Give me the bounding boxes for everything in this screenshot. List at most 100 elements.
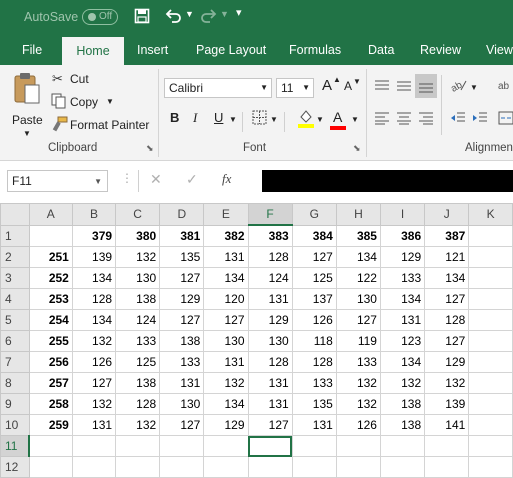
cell-d5[interactable]: 127 (159, 309, 205, 331)
cell-d9[interactable]: 130 (159, 393, 205, 415)
cell-b1[interactable]: 379 (71, 224, 117, 247)
cell-i10[interactable]: 138 (379, 414, 426, 436)
cell-h6[interactable]: 119 (335, 330, 381, 352)
column-header-d[interactable]: D (159, 203, 205, 226)
row-header-1[interactable]: 1 (0, 224, 30, 247)
cell-e3[interactable]: 134 (203, 267, 249, 289)
cell-c1[interactable]: 380 (115, 224, 161, 247)
tab-page-layout[interactable]: Page Layout (196, 35, 266, 65)
cell-a8[interactable]: 257 (28, 372, 73, 394)
insert-function-icon[interactable]: fx (222, 171, 231, 187)
tab-view[interactable]: View (486, 35, 513, 65)
font-dialog-launcher-icon[interactable]: ⬊ (353, 143, 361, 154)
column-header-c[interactable]: C (115, 203, 161, 226)
align-left-icon[interactable] (374, 111, 390, 128)
cell-c5[interactable]: 124 (115, 309, 161, 331)
cell-d6[interactable]: 138 (159, 330, 205, 352)
cell-g4[interactable]: 137 (291, 288, 337, 310)
cell-k3[interactable] (468, 267, 513, 289)
row-header-4[interactable]: 4 (0, 288, 30, 310)
cell-e8[interactable]: 132 (203, 372, 249, 394)
cell-i8[interactable]: 132 (379, 372, 426, 394)
cell-e2[interactable]: 131 (203, 246, 249, 268)
bold-button[interactable]: B (170, 110, 179, 125)
cell-a11[interactable] (28, 435, 73, 457)
cell-b4[interactable]: 128 (71, 288, 117, 310)
column-header-i[interactable]: I (379, 203, 426, 226)
row-header-11[interactable]: 11 (0, 435, 31, 457)
cell-g5[interactable]: 126 (291, 309, 337, 331)
tab-formulas[interactable]: Formulas (289, 35, 341, 65)
cell-g8[interactable]: 133 (291, 372, 337, 394)
cell-c8[interactable]: 138 (115, 372, 161, 394)
column-header-a[interactable]: A (28, 203, 73, 226)
cell-k2[interactable] (468, 246, 513, 268)
cell-e1[interactable]: 382 (203, 224, 249, 247)
cell-a4[interactable]: 253 (28, 288, 73, 310)
underline-button[interactable]: U (214, 110, 223, 125)
shrink-font-icon[interactable]: A (344, 79, 352, 93)
column-header-b[interactable]: B (71, 203, 117, 226)
cell-f7[interactable]: 128 (247, 351, 293, 373)
underline-dropdown-icon[interactable]: ▼ (229, 115, 237, 124)
cell-g2[interactable]: 127 (291, 246, 337, 268)
cell-k10[interactable] (468, 414, 513, 436)
cell-f6[interactable]: 130 (247, 330, 293, 352)
cell-c2[interactable]: 132 (115, 246, 161, 268)
row-header-5[interactable]: 5 (0, 309, 30, 331)
cell-i6[interactable]: 123 (379, 330, 426, 352)
cell-a9[interactable]: 258 (28, 393, 73, 415)
cell-k9[interactable] (468, 393, 513, 415)
cell-d1[interactable]: 381 (159, 224, 205, 247)
paste-button[interactable]: Paste ▼ (10, 71, 44, 138)
fill-color-dropdown-icon[interactable]: ▼ (316, 115, 324, 124)
row-header-8[interactable]: 8 (0, 372, 30, 394)
cell-a7[interactable]: 256 (28, 351, 73, 373)
cell-b7[interactable]: 126 (71, 351, 117, 373)
font-color-dropdown-icon[interactable]: ▼ (351, 115, 359, 124)
cell-j9[interactable]: 139 (424, 393, 470, 415)
font-name-select[interactable]: Calibri ▼ (164, 78, 272, 98)
cell-g1[interactable]: 384 (291, 224, 337, 247)
cell-i11[interactable] (379, 435, 426, 457)
column-header-h[interactable]: H (335, 203, 381, 226)
cell-j6[interactable]: 127 (424, 330, 470, 352)
cell-a5[interactable]: 254 (28, 309, 73, 331)
cell-b3[interactable]: 134 (71, 267, 117, 289)
cell-c6[interactable]: 133 (115, 330, 161, 352)
increase-indent-icon[interactable] (472, 111, 488, 128)
borders-dropdown-icon[interactable]: ▼ (270, 115, 278, 124)
cell-h1[interactable]: 385 (335, 224, 381, 247)
cell-b10[interactable]: 131 (71, 414, 117, 436)
tab-file[interactable]: File (22, 35, 42, 65)
font-size-select[interactable]: 11 ▼ (276, 78, 314, 98)
font-color-button[interactable]: A (330, 109, 348, 131)
tab-insert[interactable]: Insert (137, 35, 168, 65)
cell-h4[interactable]: 130 (335, 288, 381, 310)
merge-center-icon[interactable] (498, 111, 513, 128)
cell-f1[interactable]: 383 (247, 224, 293, 247)
cell-i2[interactable]: 129 (379, 246, 426, 268)
formula-input[interactable] (262, 170, 513, 192)
cell-g10[interactable]: 131 (291, 414, 337, 436)
cell-c11[interactable] (115, 435, 161, 457)
cell-i4[interactable]: 134 (379, 288, 426, 310)
borders-icon[interactable] (252, 110, 267, 128)
cell-j8[interactable]: 132 (424, 372, 470, 394)
cell-f11[interactable] (247, 435, 293, 457)
italic-button[interactable]: I (193, 110, 197, 126)
cell-h5[interactable]: 127 (335, 309, 381, 331)
cell-h3[interactable]: 122 (335, 267, 381, 289)
cell-c9[interactable]: 128 (115, 393, 161, 415)
format-painter-button[interactable]: Format Painter (50, 116, 150, 134)
row-header-9[interactable]: 9 (0, 393, 30, 415)
cell-f4[interactable]: 131 (247, 288, 293, 310)
cell-e11[interactable] (203, 435, 249, 457)
cell-f5[interactable]: 129 (247, 309, 293, 331)
cell-h7[interactable]: 133 (335, 351, 381, 373)
cell-d4[interactable]: 129 (159, 288, 205, 310)
fill-color-icon[interactable] (298, 108, 314, 131)
cell-j2[interactable]: 121 (424, 246, 470, 268)
name-box-dropdown-icon[interactable]: ▼ (94, 172, 102, 192)
orientation-dropdown-icon[interactable]: ▼ (470, 83, 478, 92)
